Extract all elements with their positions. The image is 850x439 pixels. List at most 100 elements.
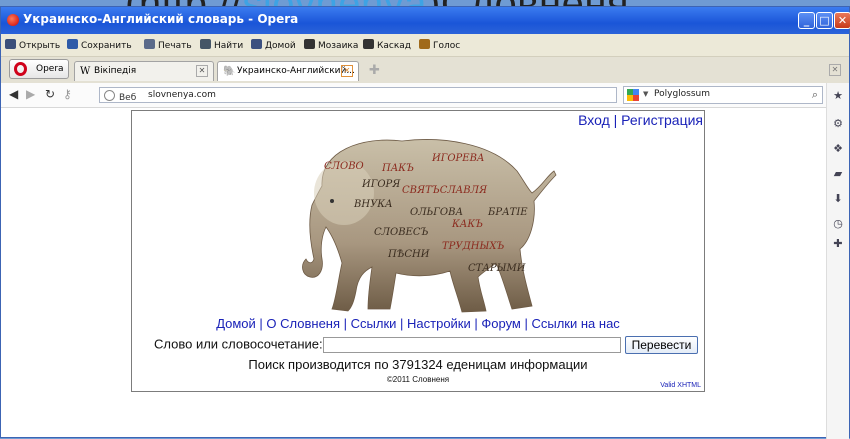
register-link[interactable]: Регистрация <box>621 112 703 128</box>
title-bar: Украинско-Английский словарь - Opera _ □… <box>1 7 850 34</box>
close-tab-icon[interactable]: ✕ <box>341 65 353 77</box>
open-button[interactable]: Открыть <box>5 39 60 51</box>
save-button[interactable]: Сохранить <box>67 39 132 51</box>
auth-links: Вход | Регистрация <box>578 112 703 128</box>
unite-icon[interactable]: ❖ <box>832 142 844 155</box>
elephant-text: ПАКЪ <box>381 163 414 174</box>
history-clock-icon[interactable]: ◷ <box>832 217 844 230</box>
search-form: Слово или словосочетание: Перевести <box>154 336 699 354</box>
search-info: Поиск производится по 3791324 еденицам и… <box>248 357 588 372</box>
printer-icon <box>144 39 155 49</box>
new-tab-icon[interactable]: ✚ <box>369 63 380 78</box>
elephant-text: СВЯТЪСЛАВЛЯ <box>402 185 488 196</box>
save-icon <box>67 39 78 49</box>
save-label: Сохранить <box>81 41 132 51</box>
print-label: Печать <box>158 41 192 51</box>
find-button[interactable]: Найти <box>200 39 243 51</box>
home-button[interactable]: Домой <box>251 39 296 51</box>
tab-label: Украинско-Английский... <box>237 66 355 76</box>
wikipedia-icon: W <box>80 66 91 77</box>
key-icon[interactable]: ⚷ <box>63 87 72 101</box>
elephant-text: ТРУДНЫХЪ <box>442 241 504 252</box>
search-icon[interactable]: ⌕ <box>812 88 818 102</box>
search-label: Слово или словосочетание: <box>154 336 323 352</box>
closed-tabs-icon[interactable]: ✕ <box>829 64 841 76</box>
translate-button[interactable]: Перевести <box>624 336 699 354</box>
back-icon[interactable]: ◀ <box>9 87 18 101</box>
elephant-text: СТАРЫМИ <box>468 263 526 274</box>
tile-icon <box>304 39 315 49</box>
minimize-button[interactable]: _ <box>798 12 815 29</box>
nav-link-to-us-link[interactable]: Ссылки на нас <box>531 316 619 331</box>
search-box[interactable]: ▼ Polyglossum ⌕ <box>623 86 823 104</box>
tab-dictionary[interactable]: 🐘 Украинско-Английский... ✕ <box>217 61 359 81</box>
elephant-text: ИГОРЯ <box>361 179 401 190</box>
site-info-button[interactable]: Веб <box>104 90 136 103</box>
chevron-down-icon[interactable]: ▼ <box>643 90 648 98</box>
page-content: Вход | Регистрация СЛОВО ПАКЪ ИГОРЕВА ИГ… <box>131 110 705 392</box>
microphone-icon <box>419 39 430 49</box>
navigation-bar: ◀ ▶ ↻ ⚷ Веб slovnenya.com ▼ Polyglossum … <box>1 83 849 108</box>
elephant-logo: СЛОВО ПАКЪ ИГОРЕВА ИГОРЯ СВЯТЪСЛАВЛЯ ВНУ… <box>302 139 557 313</box>
elephant-text: ОЛЬГОВА <box>410 207 463 218</box>
elephant-text: ВНУКА <box>353 199 393 210</box>
settings-gear-icon[interactable]: ⚙ <box>832 117 844 130</box>
nav-about-link[interactable]: О Словненя <box>266 316 340 331</box>
voice-label: Голос <box>433 41 461 51</box>
url-text[interactable]: slovnenya.com <box>148 90 216 100</box>
close-window-button[interactable]: ✕ <box>834 12 850 29</box>
home-label: Домой <box>265 41 296 51</box>
elephant-text: БРАТІЕ <box>487 207 528 218</box>
side-panel: ★ ⚙ ❖ ▰ ⬇ ◷ ✚ <box>826 83 849 439</box>
folder-icon <box>5 39 16 49</box>
auth-separator: | <box>609 112 622 128</box>
elephant-text: СЛОВЕСЪ <box>374 227 428 238</box>
opera-menu-button[interactable]: Opera <box>9 59 69 79</box>
window-title: Украинско-Английский словарь - Opera <box>23 12 299 26</box>
reload-icon[interactable]: ↻ <box>45 87 55 101</box>
nav-home-link[interactable]: Домой <box>216 316 256 331</box>
voice-button[interactable]: Голос <box>419 39 460 51</box>
valid-xhtml-link[interactable]: Valid XHTML <box>660 382 701 389</box>
tile-button[interactable]: Мозаика <box>304 39 358 51</box>
nav-settings-link[interactable]: Настройки <box>407 316 471 331</box>
tab-bar: Opera W Вікіпедія ✕ 🐘 Украинско-Английск… <box>1 57 849 83</box>
downloads-icon[interactable]: ⬇ <box>832 192 844 205</box>
nav-forum-link[interactable]: Форум <box>481 316 521 331</box>
copyright: ©2011 Словненя <box>386 375 450 384</box>
search-engine-label: Polyglossum <box>654 89 711 99</box>
cascade-label: Каскад <box>377 41 412 51</box>
opera-logo-icon[interactable] <box>7 14 19 26</box>
cascade-button[interactable]: Каскад <box>363 39 411 51</box>
maximize-button[interactable]: □ <box>816 12 833 29</box>
word-search-input[interactable] <box>322 337 621 353</box>
elephant-favicon-icon: 🐘 <box>223 66 236 77</box>
tab-label: Вікіпедія <box>94 66 137 76</box>
site-info-label: Веб <box>119 93 137 103</box>
open-label: Открыть <box>19 41 61 51</box>
tile-label: Мозаика <box>318 41 359 51</box>
opera-o-icon <box>14 62 27 76</box>
bookmarks-star-icon[interactable]: ★ <box>832 89 844 102</box>
login-link[interactable]: Вход <box>578 112 610 128</box>
home-icon <box>251 39 262 49</box>
cascade-icon <box>363 39 374 49</box>
close-tab-icon[interactable]: ✕ <box>196 65 208 77</box>
address-bar[interactable]: Веб slovnenya.com <box>99 87 617 103</box>
opera-menu-label: Opera <box>36 64 64 74</box>
toolbar: Открыть Сохранить Печать Найти Домой Моз… <box>1 34 849 57</box>
print-button[interactable]: Печать <box>144 39 192 51</box>
notes-icon[interactable]: ▰ <box>832 167 844 180</box>
nav-links-link[interactable]: Ссылки <box>351 316 397 331</box>
elephant-text: СЛОВО <box>324 161 364 172</box>
find-label: Найти <box>214 41 244 51</box>
elephant-text: ИГОРЕВА <box>431 153 485 164</box>
globe-icon <box>104 90 115 101</box>
site-nav: Домой | О Словненя | Ссылки | Настройки … <box>216 316 620 331</box>
tab-wikipedia[interactable]: W Вікіпедія ✕ <box>74 61 214 81</box>
elephant-text: КАКЪ <box>451 219 483 230</box>
add-panel-icon[interactable]: ✚ <box>832 237 844 250</box>
magnifier-icon <box>200 39 211 49</box>
google-icon[interactable] <box>627 89 639 101</box>
forward-icon[interactable]: ▶ <box>26 87 35 101</box>
